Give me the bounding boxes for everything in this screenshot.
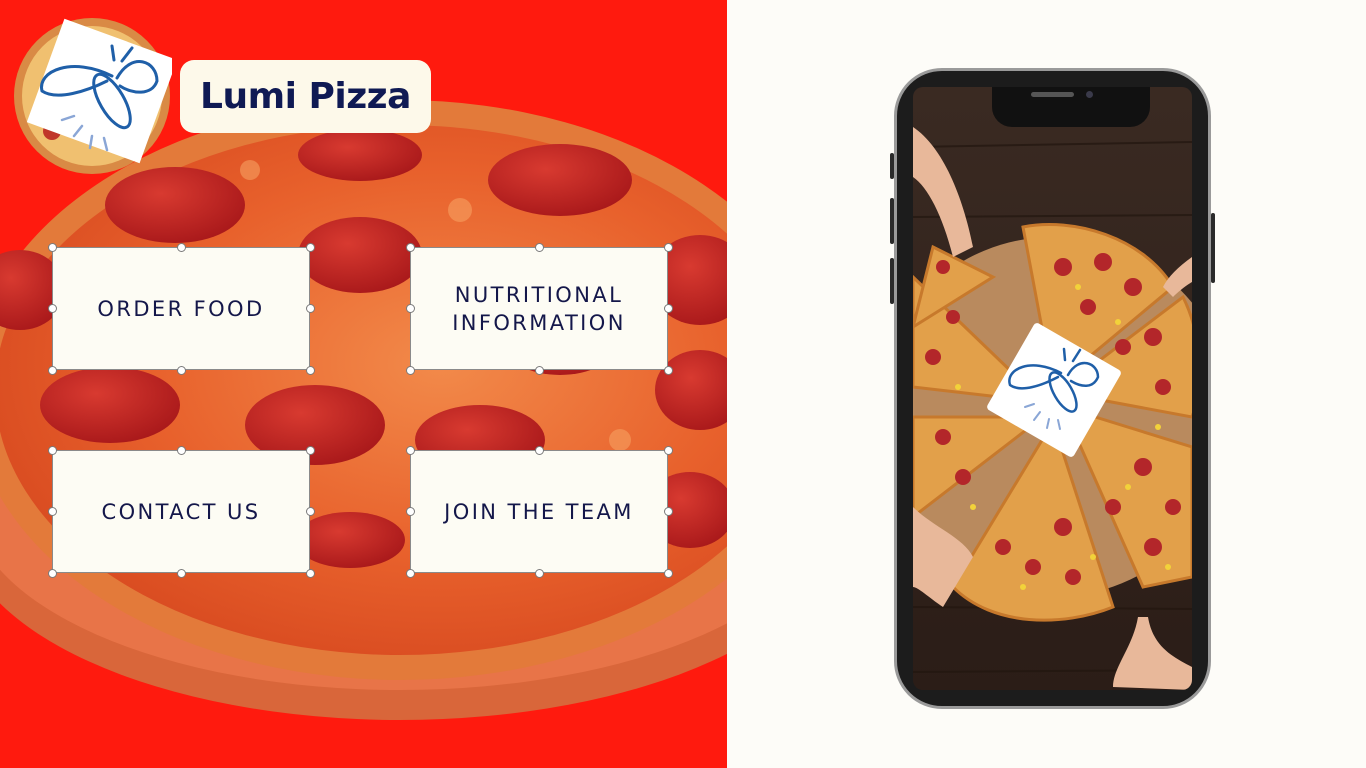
resize-handle[interactable] <box>405 365 415 375</box>
order-food-button[interactable]: ORDER FOOD <box>52 247 310 370</box>
phone-volume-up-button <box>890 198 894 244</box>
contact-us-button[interactable]: CONTACT US <box>52 450 310 573</box>
resize-handle[interactable] <box>663 365 673 375</box>
resize-handle[interactable] <box>534 445 544 455</box>
resize-handle[interactable] <box>534 365 544 375</box>
resize-handle[interactable] <box>305 445 315 455</box>
resize-handle[interactable] <box>305 365 315 375</box>
resize-handle[interactable] <box>305 242 315 252</box>
resize-handle[interactable] <box>405 568 415 578</box>
join-the-team-button[interactable]: JOIN THE TEAM <box>410 450 668 573</box>
resize-handle[interactable] <box>176 242 186 252</box>
resize-handle[interactable] <box>663 304 673 313</box>
resize-handle[interactable] <box>663 242 673 252</box>
left-hero-panel: Lumi Pizza ORDER FOOD NUTRITIONAL INFORM… <box>0 0 727 768</box>
phone-power-button <box>1211 213 1215 283</box>
resize-handle[interactable] <box>663 568 673 578</box>
resize-handle[interactable] <box>405 242 415 252</box>
order-food-label: ORDER FOOD <box>97 296 265 321</box>
resize-handle[interactable] <box>176 568 186 578</box>
firefly-logo-icon[interactable] <box>12 16 172 176</box>
resize-handle[interactable] <box>305 304 315 313</box>
contact-us-label: CONTACT US <box>101 499 261 524</box>
brand-name: Lumi Pizza <box>200 76 411 117</box>
resize-handle[interactable] <box>47 304 57 313</box>
phone-volume-down-button <box>890 258 894 304</box>
resize-handle[interactable] <box>47 445 57 455</box>
resize-handle[interactable] <box>534 568 544 578</box>
phone-screen[interactable] <box>913 87 1192 690</box>
resize-handle[interactable] <box>305 507 315 516</box>
resize-handle[interactable] <box>176 365 186 375</box>
resize-handle[interactable] <box>47 365 57 375</box>
phone-camera <box>1086 91 1093 98</box>
resize-handle[interactable] <box>663 445 673 455</box>
phone-speaker <box>1031 92 1074 97</box>
resize-handle[interactable] <box>47 568 57 578</box>
join-the-team-label: JOIN THE TEAM <box>444 499 634 524</box>
phone-mockup <box>890 68 1215 709</box>
resize-handle[interactable] <box>405 445 415 455</box>
resize-handle[interactable] <box>47 242 57 252</box>
resize-handle[interactable] <box>405 507 415 516</box>
resize-handle[interactable] <box>663 507 673 516</box>
resize-handle[interactable] <box>305 568 315 578</box>
pizza-sharing-photo <box>913 87 1192 690</box>
resize-handle[interactable] <box>534 242 544 252</box>
brand-name-badge: Lumi Pizza <box>180 60 431 133</box>
resize-handle[interactable] <box>405 304 415 313</box>
phone-mute-button <box>890 153 894 179</box>
resize-handle[interactable] <box>47 507 57 516</box>
nutritional-information-label: NUTRITIONAL INFORMATION <box>452 282 626 335</box>
resize-handle[interactable] <box>176 445 186 455</box>
nutritional-information-button[interactable]: NUTRITIONAL INFORMATION <box>410 247 668 370</box>
